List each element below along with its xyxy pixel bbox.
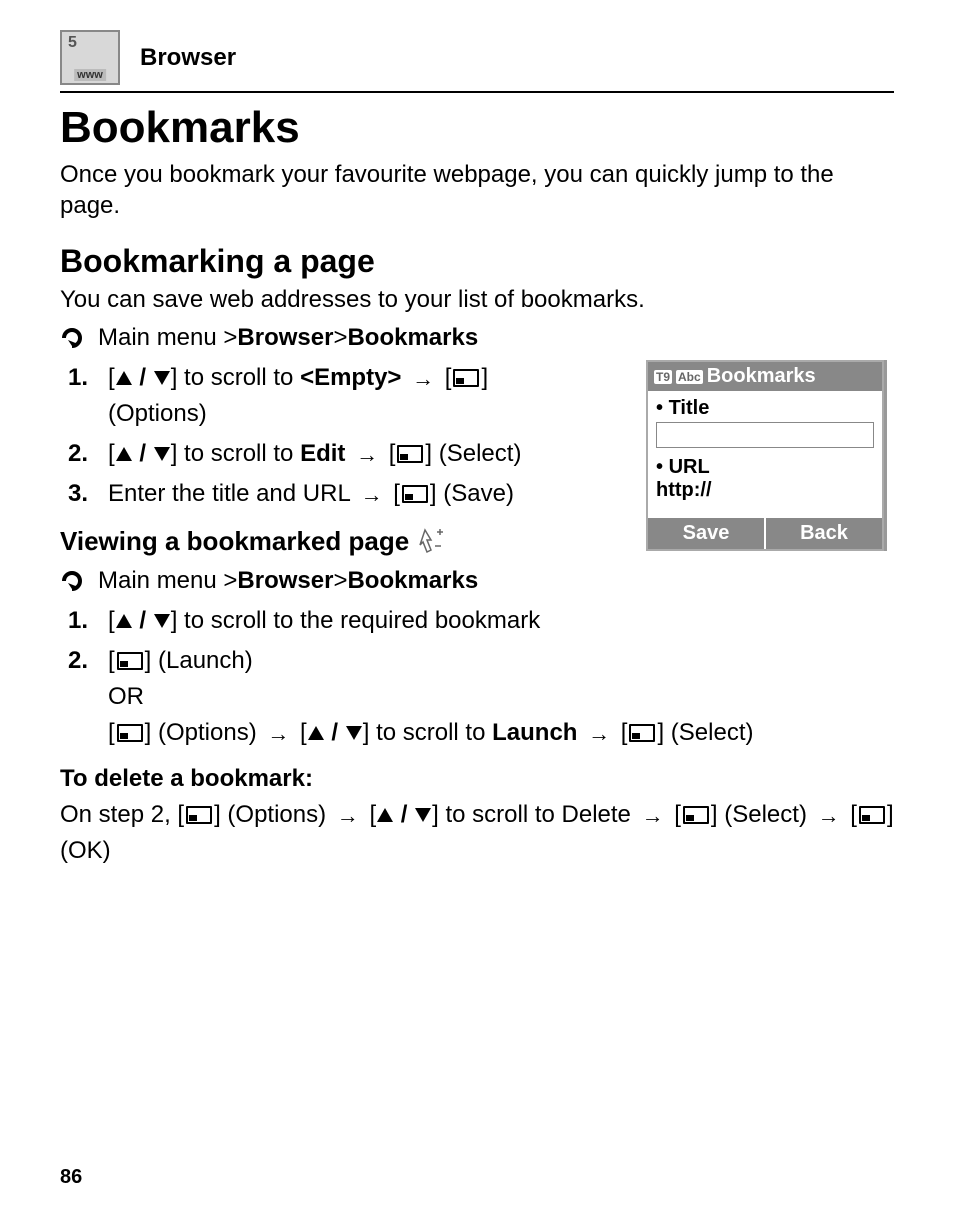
steps-list-1: 1.[ / ] to scroll to <Empty> → [] (Optio… [60,360,578,512]
browser-www-icon: 5www [60,30,120,85]
title-field-label: Title [656,397,874,420]
softkey-icon [629,724,655,742]
page-header: 5www Browser [60,30,894,93]
right-arrow-icon: → [642,799,664,832]
down-arrow-icon [154,371,170,385]
nav-path-2: Main menu > Browser > Bookmarks [60,567,894,595]
delete-instructions: On step 2, [] (Options) → [ / ] to scrol… [60,797,894,869]
phone-titlebar: T9 Abc Bookmarks [648,362,882,391]
page-number: 86 [60,1166,82,1189]
steps-list-2: 1.[ / ] to scroll to the required bookma… [60,603,868,751]
navigate-icon [60,326,90,350]
phone-mock: T9 Abc Bookmarks Title URL http:// Save … [646,360,884,551]
abc-mode-icon: Abc [676,370,703,384]
up-arrow-icon [377,808,393,822]
right-arrow-icon: → [361,478,383,511]
phone-body: Title URL http:// [648,391,882,518]
right-arrow-icon: → [412,362,434,395]
right-arrow-icon: → [818,799,840,832]
page-title: Bookmarks [60,103,894,153]
softkey-save[interactable]: Save [648,518,764,549]
down-arrow-icon [346,726,362,740]
nav-path-1: Main menu > Browser > Bookmarks [60,324,894,352]
softkey-icon [453,369,479,387]
section-label: Browser [140,44,236,72]
nav-b1: Browser [237,324,333,352]
step-item: 1.[ / ] to scroll to the required bookma… [68,603,868,639]
down-arrow-icon [154,447,170,461]
right-arrow-icon: → [267,717,289,750]
softkey-icon [859,806,885,824]
up-arrow-icon [116,614,132,628]
nav2-b1: Browser [237,567,333,595]
down-arrow-icon [154,614,170,628]
nav-pre: Main menu > [98,324,237,352]
cursor-hand-icon [417,526,447,556]
delete-heading: To delete a bookmark: [60,765,894,793]
nav-sep: > [333,324,347,352]
step-item: 2.[ / ] to scroll to Edit → [] (Select) [68,436,578,472]
right-arrow-icon: → [588,717,610,750]
right-arrow-icon: → [337,799,359,832]
intro-text: Once you bookmark your favourite webpage… [60,159,894,221]
url-field-label: URL [656,456,874,479]
step-item: 3.Enter the title and URL → [] (Save) [68,476,578,512]
softkey-row: Save Back [648,518,882,549]
softkey-icon [186,806,212,824]
step-item: 1.[ / ] to scroll to <Empty> → [] (Optio… [68,360,578,432]
title-input[interactable] [656,422,874,448]
section-heading-1: Bookmarking a page [60,243,894,280]
nav2-b2: Bookmarks [347,567,478,595]
url-input-value[interactable]: http:// [656,479,874,502]
right-arrow-icon: → [356,438,378,471]
softkey-icon [397,445,423,463]
up-arrow-icon [116,447,132,461]
phone-title-text: Bookmarks [707,365,816,388]
nav2-pre: Main menu > [98,567,237,595]
navigate-icon [60,569,90,593]
nav2-sep: > [333,567,347,595]
softkey-icon [117,652,143,670]
softkey-back[interactable]: Back [764,518,882,549]
section2-heading-text: Viewing a bookmarked page [60,526,409,557]
down-arrow-icon [415,808,431,822]
up-arrow-icon [116,371,132,385]
step-item: 2.[] (Launch)OR[] (Options) → [ / ] to s… [68,643,868,751]
up-arrow-icon [308,726,324,740]
softkey-icon [117,724,143,742]
nav-b2: Bookmarks [347,324,478,352]
softkey-icon [683,806,709,824]
section1-intro: You can save web addresses to your list … [60,284,894,315]
text-mode-icon: T9 [654,370,672,384]
softkey-icon [402,485,428,503]
